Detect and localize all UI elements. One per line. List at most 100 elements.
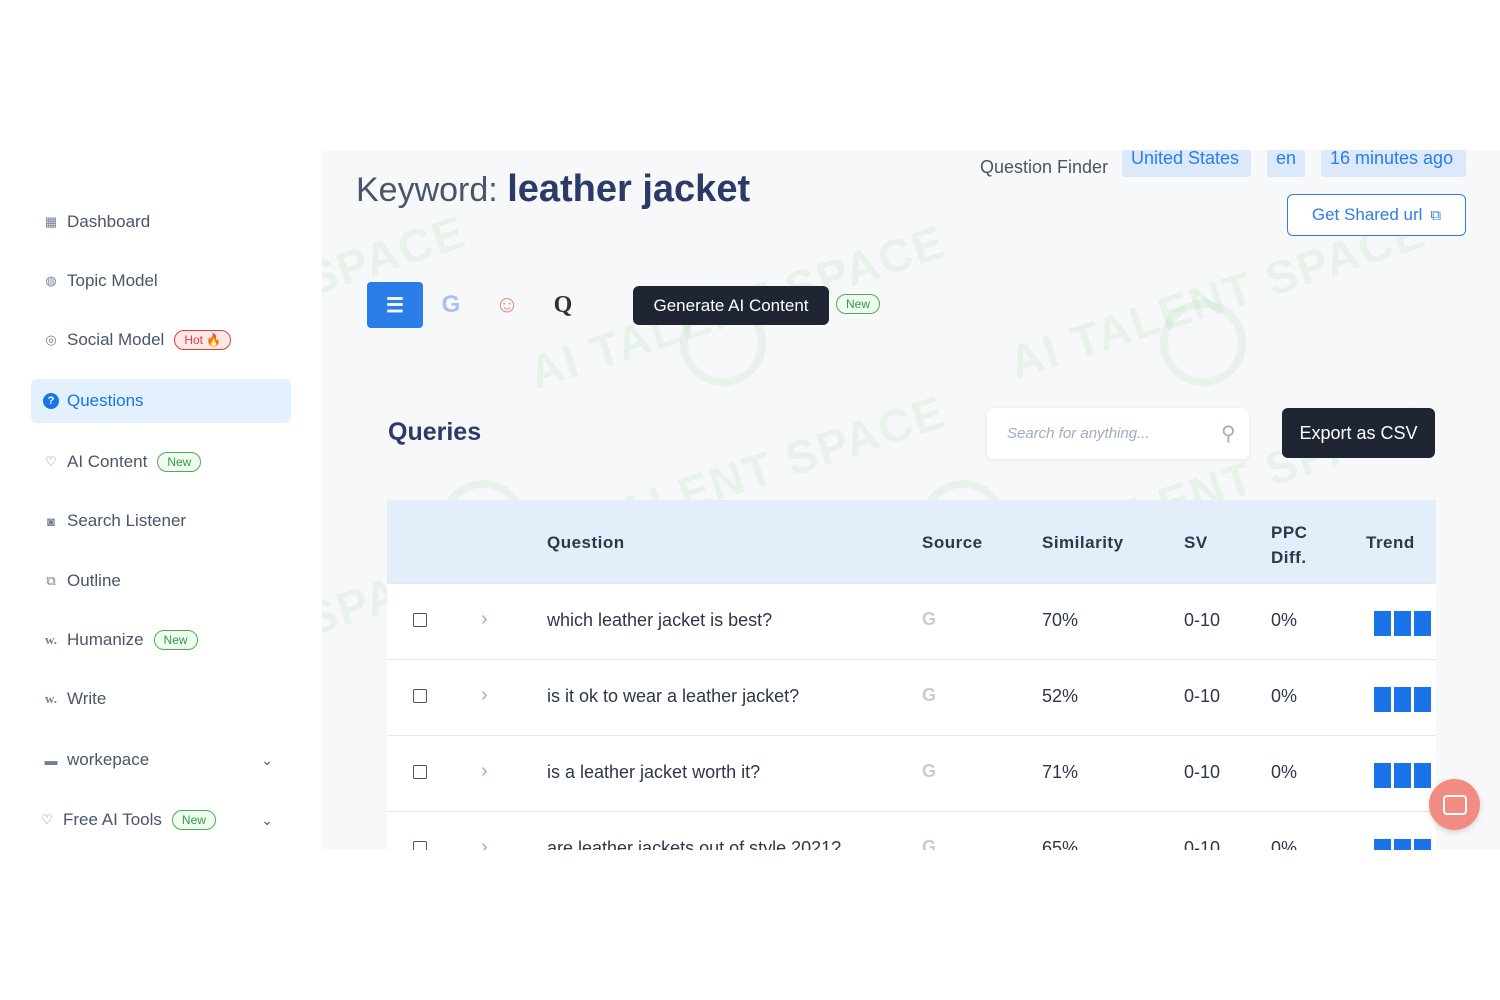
trend-bar xyxy=(1414,839,1431,850)
column-source[interactable]: Source xyxy=(922,533,983,553)
export-csv-button[interactable]: Export as CSV xyxy=(1282,408,1435,458)
search-input[interactable] xyxy=(1005,424,1209,443)
row-checkbox[interactable] xyxy=(413,841,427,850)
table-row[interactable]: › are leather jackets out of style 2021?… xyxy=(387,811,1436,850)
hot-badge: Hot 🔥 xyxy=(174,330,232,350)
sidebar-item-free-ai-tools[interactable]: ♡ Free AI Tools New ⌄ xyxy=(31,798,291,842)
google-tab[interactable]: G xyxy=(423,282,479,328)
chevron-right-icon[interactable]: › xyxy=(481,684,488,707)
quora-icon: Q xyxy=(553,291,573,318)
trend-bar xyxy=(1374,687,1391,712)
sidebar-item-label: workepace xyxy=(67,750,150,769)
ppc-cell: 0% xyxy=(1271,686,1298,706)
dashboard-icon: ▦ xyxy=(44,214,58,229)
reddit-tab[interactable]: ☺ xyxy=(479,282,535,328)
column-trend[interactable]: Trend xyxy=(1366,533,1415,553)
lightbulb-icon: ♡ xyxy=(41,812,53,827)
updated-tag: 16 minutes ago xyxy=(1321,150,1466,177)
trend-bar xyxy=(1414,763,1431,788)
sidebar-item-label: Dashboard xyxy=(67,212,151,231)
lightbulb-icon: ♡ xyxy=(45,454,57,469)
reddit-icon: ☺ xyxy=(494,291,520,318)
search-box: ⚲ xyxy=(987,408,1249,459)
column-question[interactable]: Question xyxy=(547,533,625,553)
all-sources-tab[interactable]: ☰ xyxy=(367,282,423,328)
google-icon: G xyxy=(922,685,937,705)
trend-chart xyxy=(1374,687,1431,712)
trend-bar xyxy=(1414,611,1431,636)
sidebar-item-outline[interactable]: ⧉ Outline xyxy=(31,559,291,603)
sv-cell: 0-10 xyxy=(1184,610,1221,630)
column-ppc-diff[interactable]: PPC Diff. xyxy=(1271,520,1307,570)
trend-chart xyxy=(1374,763,1431,788)
question-cell: which leather jacket is best? xyxy=(547,610,773,630)
question-cell: are leather jackets out of style 2021? xyxy=(547,838,842,850)
row-checkbox[interactable] xyxy=(413,613,427,627)
chat-support-button[interactable] xyxy=(1429,779,1480,830)
keyword-label: Keyword: xyxy=(356,171,498,209)
social-model-icon: ◎ xyxy=(45,332,57,347)
ppc-cell: 0% xyxy=(1271,838,1298,850)
google-icon: G xyxy=(441,291,461,318)
sidebar-item-label: AI Content xyxy=(67,452,148,471)
sidebar-item-workepace[interactable]: ▬ workepace ⌄ xyxy=(31,738,291,782)
column-sv[interactable]: SV xyxy=(1184,533,1208,553)
trend-bar xyxy=(1394,611,1411,636)
sidebar-item-humanize[interactable]: w. Humanize New xyxy=(31,618,291,662)
sidebar-item-search-listener[interactable]: ◙ Search Listener xyxy=(31,499,291,543)
similarity-cell: 52% xyxy=(1042,686,1079,706)
generate-ai-content-button[interactable]: Generate AI Content xyxy=(633,286,829,325)
quora-tab[interactable]: Q xyxy=(535,282,591,328)
chevron-right-icon[interactable]: › xyxy=(481,608,488,631)
google-icon: G xyxy=(922,837,937,850)
trend-chart xyxy=(1374,839,1431,850)
trend-bar xyxy=(1394,839,1411,850)
chevron-right-icon[interactable]: › xyxy=(481,760,488,783)
sv-cell: 0-10 xyxy=(1184,762,1221,782)
sidebar: ▦ Dashboard ◍ Topic Model ◎ Social Model… xyxy=(0,150,322,850)
sidebar-item-write[interactable]: w. Write xyxy=(31,677,291,721)
topic-model-icon: ◍ xyxy=(45,273,57,288)
ppc-cell: 0% xyxy=(1271,610,1298,630)
watermark-logo-icon xyxy=(1160,300,1246,386)
new-badge: New xyxy=(836,294,881,314)
table-row[interactable]: › which leather jacket is best? G 70% 0-… xyxy=(387,583,1436,660)
question-icon: ? xyxy=(43,393,59,409)
sidebar-item-label: Questions xyxy=(67,391,144,410)
sidebar-item-social-model[interactable]: ◎ Social Model Hot 🔥 xyxy=(31,318,291,362)
trend-chart xyxy=(1374,611,1431,636)
briefcase-icon: ▬ xyxy=(44,752,58,768)
similarity-cell: 70% xyxy=(1042,610,1079,630)
sidebar-item-dashboard[interactable]: ▦ Dashboard xyxy=(31,200,291,244)
trend-bar xyxy=(1374,763,1391,788)
row-checkbox[interactable] xyxy=(413,689,427,703)
page-title: Keyword: leather jacket xyxy=(356,168,750,211)
get-shared-url-button[interactable]: Get Shared url ⧉ xyxy=(1287,194,1466,236)
language-tag[interactable]: en xyxy=(1267,150,1305,177)
write-icon: w. xyxy=(45,691,57,706)
queries-title: Queries xyxy=(388,418,482,446)
similarity-cell: 71% xyxy=(1042,762,1079,782)
tool-name-label: Question Finder xyxy=(980,157,1109,177)
outline-icon: ⧉ xyxy=(46,573,56,588)
chevron-down-icon[interactable]: ⌄ xyxy=(261,752,273,769)
trend-bar xyxy=(1394,687,1411,712)
google-icon: G xyxy=(922,609,937,629)
new-badge: New xyxy=(171,810,216,830)
table-row[interactable]: › is a leather jacket worth it? G 71% 0-… xyxy=(387,735,1436,812)
copy-icon: ⧉ xyxy=(1430,206,1442,224)
chevron-right-icon[interactable]: › xyxy=(481,836,488,850)
chevron-down-icon[interactable]: ⌄ xyxy=(261,812,273,829)
sidebar-item-ai-content[interactable]: ♡ AI Content New xyxy=(31,440,291,484)
queries-table: Question Source Similarity SV PPC Diff. … xyxy=(387,500,1436,850)
sidebar-item-questions[interactable]: ? Questions xyxy=(31,379,291,423)
sidebar-item-topic-model[interactable]: ◍ Topic Model xyxy=(31,259,291,303)
new-badge: New xyxy=(157,452,202,472)
keyword-value: leather jacket xyxy=(507,168,751,210)
search-icon[interactable]: ⚲ xyxy=(1221,421,1236,446)
table-row[interactable]: › is it ok to wear a leather jacket? G 5… xyxy=(387,659,1436,736)
diff-label: Diff. xyxy=(1271,548,1307,567)
column-similarity[interactable]: Similarity xyxy=(1042,533,1124,553)
country-tag[interactable]: United States xyxy=(1122,150,1251,177)
row-checkbox[interactable] xyxy=(413,765,427,779)
